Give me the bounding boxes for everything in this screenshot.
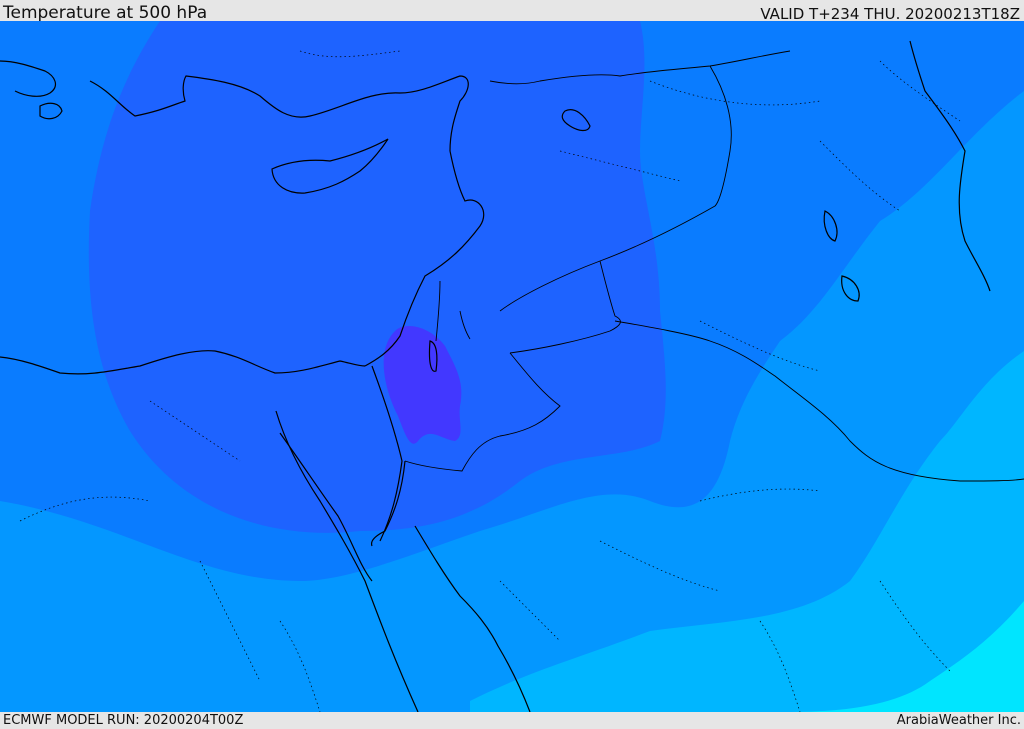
header-bar: Temperature at 500 hPa VALID T+234 THU. …	[0, 0, 1024, 21]
credit-label: ArabiaWeather Inc.	[896, 713, 1021, 728]
footer-bar: ECMWF MODEL RUN: 20200204T00Z ArabiaWeat…	[0, 712, 1024, 729]
map-title: Temperature at 500 hPa	[3, 3, 208, 21]
model-run-label: ECMWF MODEL RUN: 20200204T00Z	[3, 713, 244, 728]
valid-time-label: VALID T+234 THU. 20200213T18Z	[760, 5, 1020, 21]
weather-map	[0, 21, 1024, 712]
temp-band-5	[88, 21, 666, 533]
